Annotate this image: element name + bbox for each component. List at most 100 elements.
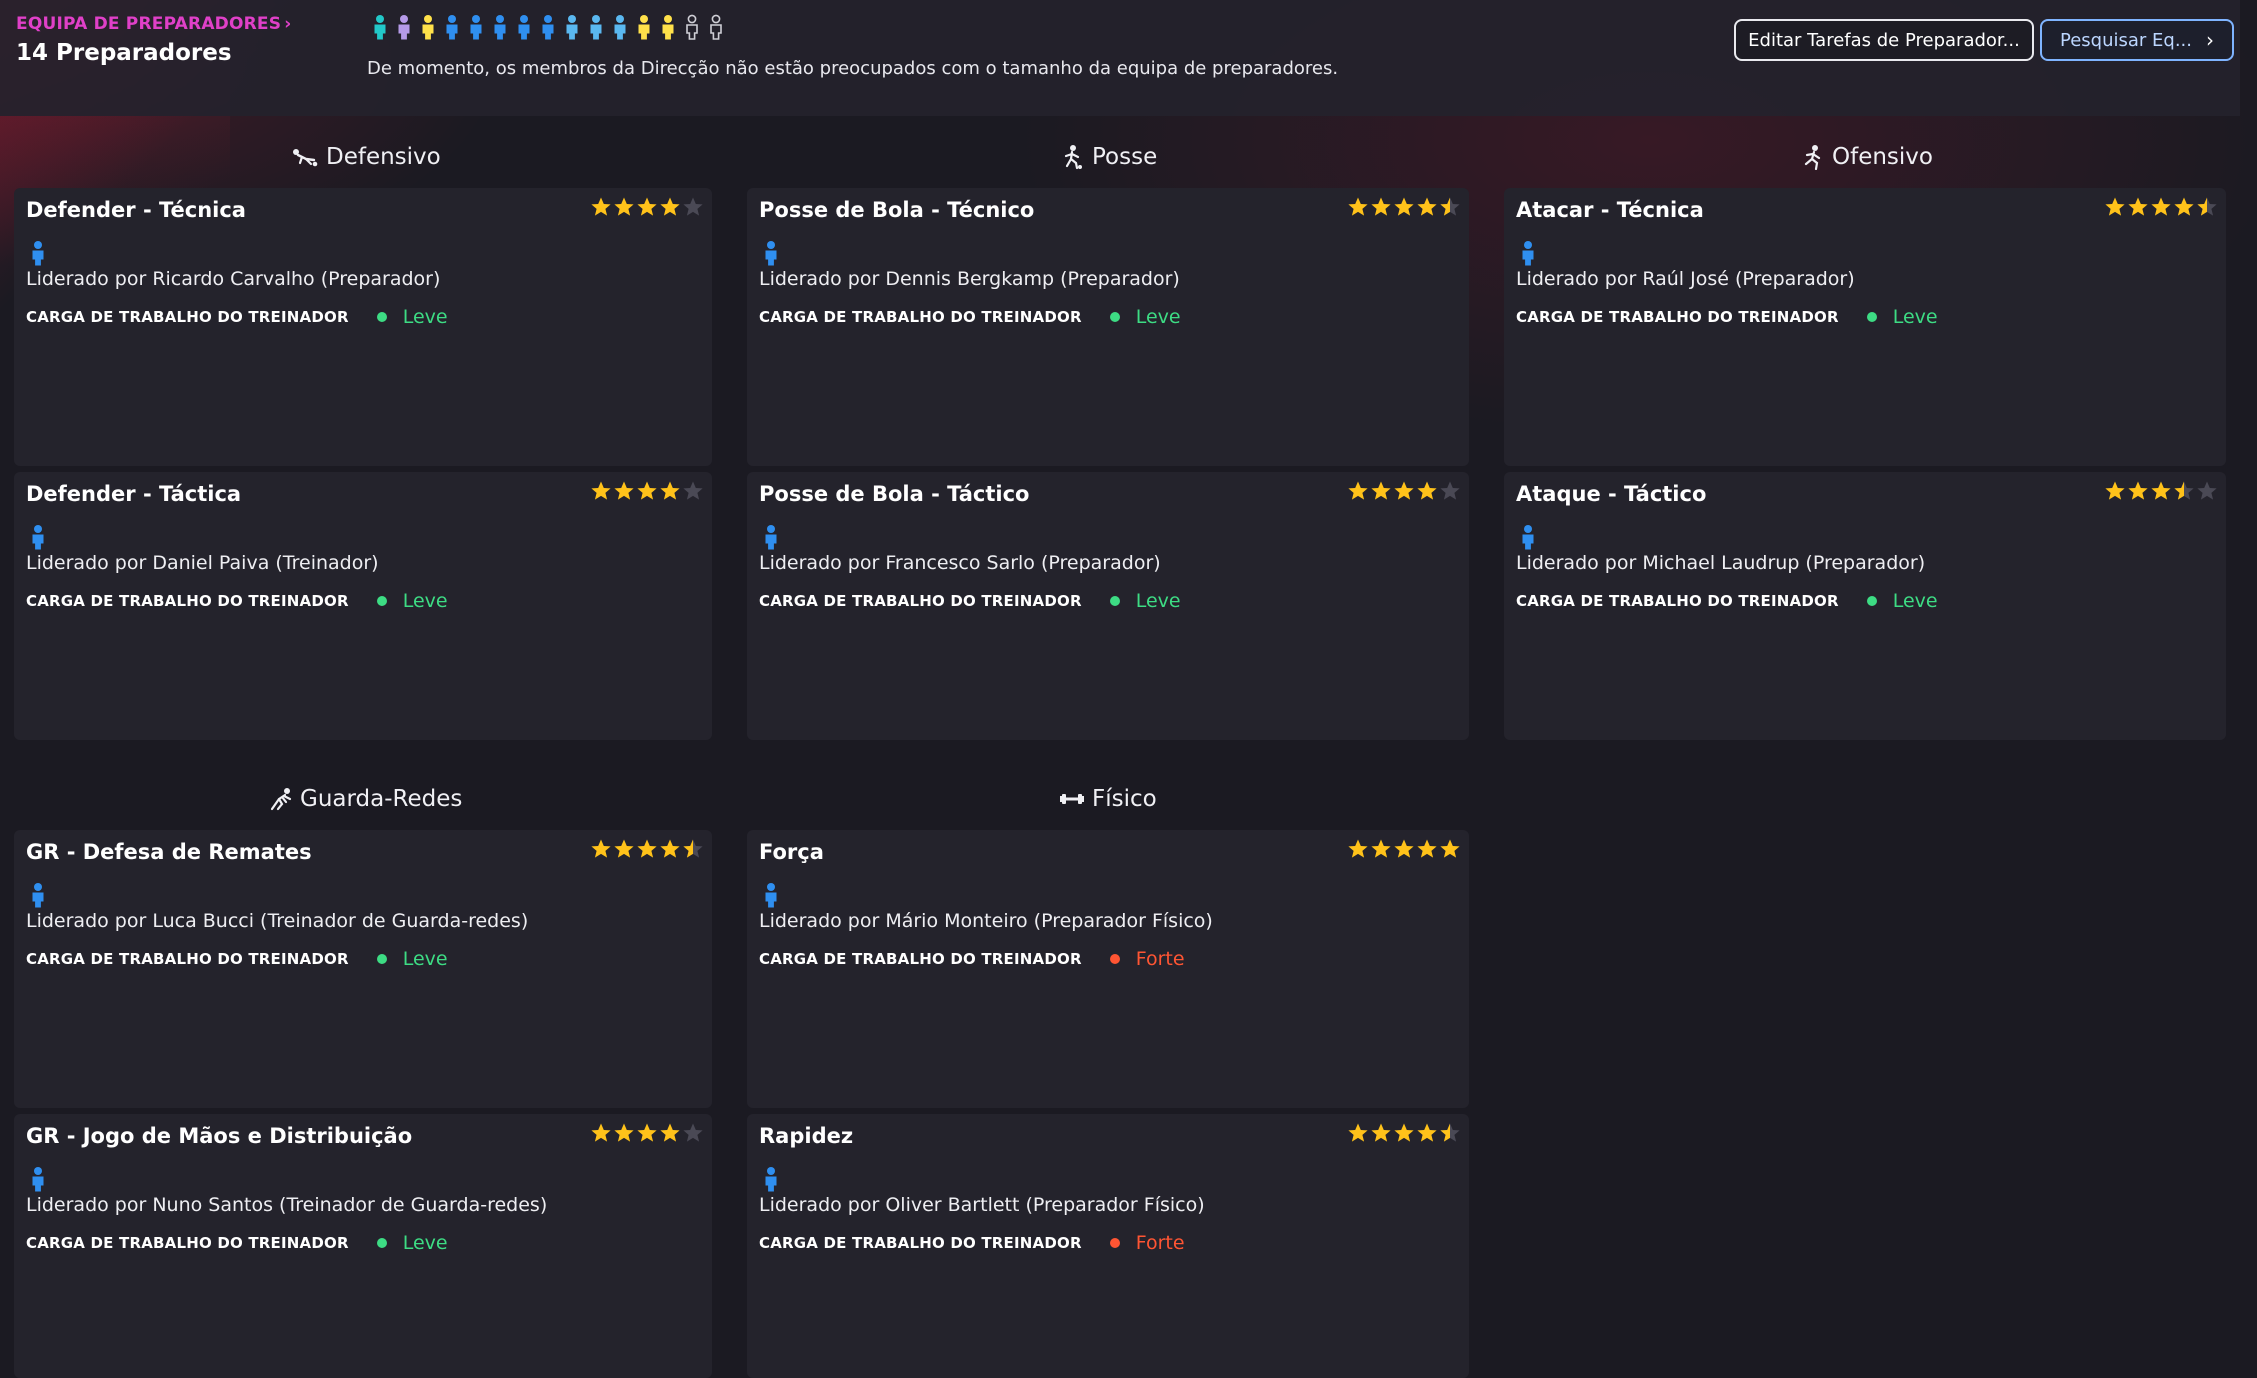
- card-title[interactable]: Posse de Bola - Técnico: [759, 198, 1034, 222]
- rating-star-icon: [659, 838, 681, 860]
- breadcrumb[interactable]: EQUIPA DE PREPARADORES ›: [16, 14, 291, 34]
- workload-label: CARGA DE TRABALHO DO TREINADOR: [1516, 592, 1839, 610]
- dumbbell-icon: [1060, 789, 1084, 809]
- rating-star-icon: [682, 838, 704, 860]
- rating-star-icon: [2173, 480, 2195, 502]
- assigned-coach-icon: [1518, 240, 1538, 270]
- card-title[interactable]: Defender - Técnica: [26, 198, 246, 222]
- assigned-coach-icon: [761, 1166, 781, 1196]
- rating-star-icon: [613, 480, 635, 502]
- rating-star-icon: [1347, 838, 1369, 860]
- rating-star-icon: [1416, 480, 1438, 502]
- goalkeeper-dive-icon: [268, 787, 292, 811]
- workload-indicator-icon: [376, 954, 387, 964]
- staff-member-icon: [586, 14, 606, 40]
- workload-row: CARGA DE TRABALHO DO TREINADOR Forte: [759, 948, 1185, 970]
- staff-member-icon: [562, 14, 582, 40]
- coaching-card[interactable]: GR - Defesa de Remates Liderado por Luca …: [14, 830, 712, 1108]
- breadcrumb-label[interactable]: EQUIPA DE PREPARADORES: [16, 14, 281, 34]
- staff-member-icon: [658, 14, 678, 40]
- coaching-card[interactable]: Defender - Técnica Liderado por Ricardo C…: [14, 188, 712, 466]
- card-title[interactable]: Rapidez: [759, 1124, 853, 1148]
- star-rating: [1347, 480, 1461, 502]
- staff-member-icon: [418, 14, 438, 40]
- coaching-card[interactable]: Defender - Táctica Liderado por Daniel Pa…: [14, 472, 712, 740]
- page-title: 14 Preparadores: [16, 40, 232, 66]
- card-leader[interactable]: Liderado por Raúl José (Preparador): [1516, 268, 1855, 290]
- workload-label: CARGA DE TRABALHO DO TREINADOR: [759, 592, 1082, 610]
- card-leader[interactable]: Liderado por Nuno Santos (Treinador de G…: [26, 1194, 547, 1216]
- workload-label: CARGA DE TRABALHO DO TREINADOR: [759, 950, 1082, 968]
- workload-indicator-icon: [376, 312, 387, 322]
- rating-star-icon: [1439, 480, 1461, 502]
- card-title[interactable]: Defender - Táctica: [26, 482, 241, 506]
- section-guarda-redes-label: Guarda-Redes: [300, 786, 463, 812]
- card-leader[interactable]: Liderado por Francesco Sarlo (Preparador…: [759, 552, 1161, 574]
- card-leader[interactable]: Liderado por Dennis Bergkamp (Preparador…: [759, 268, 1180, 290]
- card-leader[interactable]: Liderado por Luca Bucci (Treinador de Gu…: [26, 910, 528, 932]
- rating-star-icon: [659, 196, 681, 218]
- rating-star-icon: [590, 196, 612, 218]
- sliding-tackle-icon: [292, 146, 318, 168]
- section-defensivo-label: Defensivo: [326, 144, 441, 170]
- rating-star-icon: [1439, 196, 1461, 218]
- star-rating: [1347, 196, 1461, 218]
- rating-star-icon: [2127, 480, 2149, 502]
- search-staff-button[interactable]: Pesquisar Eq... ›: [2040, 19, 2234, 61]
- rating-star-icon: [682, 1122, 704, 1144]
- card-leader[interactable]: Liderado por Michael Laudrup (Preparador…: [1516, 552, 1925, 574]
- workload-label: CARGA DE TRABALHO DO TREINADOR: [26, 1234, 349, 1252]
- workload-row: CARGA DE TRABALHO DO TREINADOR Leve: [759, 306, 1181, 328]
- workload-row: CARGA DE TRABALHO DO TREINADOR Leve: [1516, 306, 1938, 328]
- workload-value: Leve: [402, 306, 448, 328]
- card-leader[interactable]: Liderado por Oliver Bartlett (Preparador…: [759, 1194, 1205, 1216]
- coaching-card[interactable]: Ataque - Táctico Liderado por Michael Lau…: [1504, 472, 2226, 740]
- workload-value: Leve: [402, 1232, 448, 1254]
- card-title[interactable]: GR - Jogo de Mãos e Distribuição: [26, 1124, 412, 1148]
- rating-star-icon: [590, 1122, 612, 1144]
- section-fisico: Físico: [1060, 786, 1157, 812]
- card-leader[interactable]: Liderado por Daniel Paiva (Treinador): [26, 552, 379, 574]
- card-title[interactable]: Posse de Bola - Táctico: [759, 482, 1029, 506]
- staff-member-icon: [610, 14, 630, 40]
- rating-star-icon: [1370, 1122, 1392, 1144]
- rating-star-icon: [2150, 196, 2172, 218]
- card-title[interactable]: Força: [759, 840, 824, 864]
- card-title[interactable]: Ataque - Táctico: [1516, 482, 1706, 506]
- workload-indicator-icon: [376, 596, 387, 606]
- rating-star-icon: [613, 838, 635, 860]
- staff-count-icons: [370, 14, 726, 40]
- workload-indicator-icon: [1109, 1238, 1120, 1248]
- workload-indicator-icon: [1866, 312, 1877, 322]
- staff-member-icon: [394, 14, 414, 40]
- coaching-card[interactable]: Rapidez Liderado por Oliver Bartlett (Pre…: [747, 1114, 1469, 1378]
- coaching-card[interactable]: GR - Jogo de Mãos e Distribuição Liderado…: [14, 1114, 712, 1378]
- header-panel: EQUIPA DE PREPARADORES › 14 Preparadores …: [0, 0, 2240, 116]
- chevron-right-icon: ›: [2206, 28, 2214, 52]
- staff-member-icon: [466, 14, 486, 40]
- rating-star-icon: [2104, 480, 2126, 502]
- card-title[interactable]: Atacar - Técnica: [1516, 198, 1704, 222]
- staff-member-icon: [442, 14, 462, 40]
- workload-row: CARGA DE TRABALHO DO TREINADOR Leve: [26, 590, 448, 612]
- section-posse: Posse: [1062, 144, 1157, 170]
- assigned-coach-icon: [761, 524, 781, 554]
- coaching-card[interactable]: Força Liderado por Mário Monteiro (Prepar…: [747, 830, 1469, 1108]
- star-rating: [2104, 196, 2218, 218]
- assigned-coach-icon: [28, 1166, 48, 1196]
- star-rating: [1347, 838, 1461, 860]
- star-rating: [590, 480, 704, 502]
- card-leader[interactable]: Liderado por Mário Monteiro (Preparador …: [759, 910, 1213, 932]
- rating-star-icon: [590, 838, 612, 860]
- card-leader[interactable]: Liderado por Ricardo Carvalho (Preparado…: [26, 268, 440, 290]
- workload-indicator-icon: [1109, 954, 1120, 964]
- coaching-card[interactable]: Atacar - Técnica Liderado por Raúl José (…: [1504, 188, 2226, 466]
- coaching-card[interactable]: Posse de Bola - Técnico Liderado por Denn…: [747, 188, 1469, 466]
- coaching-card[interactable]: Posse de Bola - Táctico Liderado por Fran…: [747, 472, 1469, 740]
- workload-row: CARGA DE TRABALHO DO TREINADOR Leve: [26, 1232, 448, 1254]
- rating-star-icon: [1416, 838, 1438, 860]
- card-title[interactable]: GR - Defesa de Remates: [26, 840, 312, 864]
- edit-tasks-button[interactable]: Editar Tarefas de Preparador...: [1734, 19, 2034, 61]
- rating-star-icon: [1393, 196, 1415, 218]
- rating-star-icon: [682, 480, 704, 502]
